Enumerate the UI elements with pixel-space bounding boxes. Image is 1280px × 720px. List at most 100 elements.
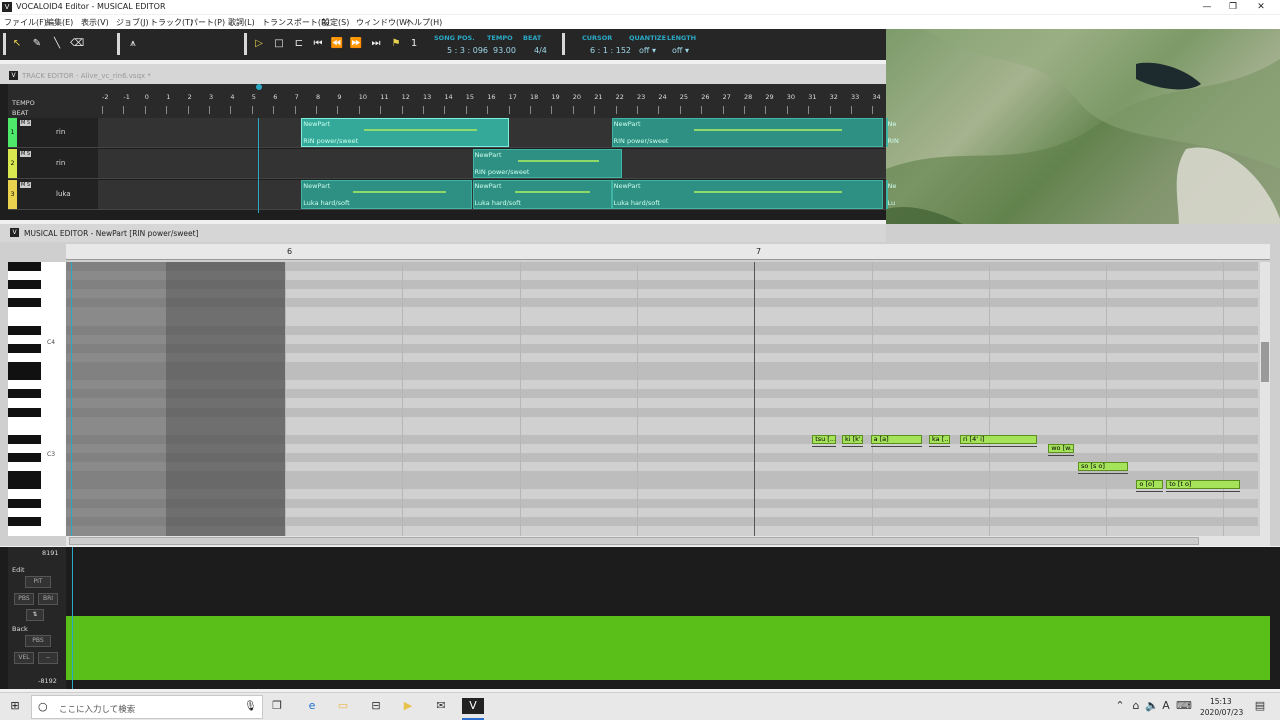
black-key[interactable] xyxy=(8,453,41,463)
black-key[interactable] xyxy=(8,298,41,308)
mute-solo-buttons[interactable]: M S xyxy=(20,182,32,188)
voice-part[interactable]: NewPart RIN power/sweet xyxy=(472,149,623,178)
black-key[interactable] xyxy=(8,389,41,399)
vocaloid-taskbar-icon[interactable]: V xyxy=(462,698,484,714)
vertical-scrollbar[interactable] xyxy=(1260,262,1270,536)
voice-part[interactable]: NewPart RIN power/sweet xyxy=(301,118,509,147)
metronome-icon[interactable]: ⚑ xyxy=(389,37,403,51)
black-key[interactable] xyxy=(8,280,41,290)
mail-icon[interactable]: ✉ xyxy=(433,698,449,714)
bri-button[interactable]: BRI xyxy=(38,593,58,605)
black-key[interactable] xyxy=(8,325,41,335)
note[interactable]: a [a] xyxy=(870,434,922,444)
note[interactable]: wo [w... xyxy=(1048,444,1075,453)
menu-lyrics[interactable]: 歌詞(L) xyxy=(228,17,255,28)
note[interactable]: o [o] xyxy=(1136,480,1163,490)
windows-start-icon[interactable]: ⊞ xyxy=(7,698,23,714)
notification-icon[interactable]: ▤ xyxy=(1252,698,1268,714)
mute-solo-buttons[interactable]: M S xyxy=(20,120,32,126)
voice-part[interactable]: NewPart Luka hard/soft xyxy=(301,180,473,209)
vel-button[interactable]: VEL xyxy=(14,652,34,664)
voice-part[interactable]: NewPart Luka hard/soft xyxy=(472,180,612,209)
pbs-button[interactable]: PBS xyxy=(14,593,34,605)
note[interactable]: to [t o] xyxy=(1166,480,1241,490)
beat-value[interactable]: 4/4 xyxy=(534,46,547,55)
black-key[interactable] xyxy=(8,262,41,271)
media-player-icon[interactable]: ▶ xyxy=(400,698,416,714)
menu-window[interactable]: ウィンドウ(W) xyxy=(356,17,410,28)
track-lane[interactable]: NewPart Luka hard/soft NewPart Luka hard/so… xyxy=(98,180,896,209)
pitch-bend-curve[interactable] xyxy=(66,616,1270,680)
horizontal-scroll-thumb[interactable] xyxy=(69,537,1199,545)
maximize-icon[interactable]: ❐ xyxy=(1226,1,1240,13)
arrow-tool-icon[interactable]: ↖ xyxy=(10,37,24,51)
fast-forward-icon[interactable]: ⏩ xyxy=(349,37,363,51)
quantize-select[interactable]: off ▾ xyxy=(639,46,656,55)
track-row[interactable]: 3M S luka NewPart Luka hard/soft NewPart Luka… xyxy=(8,180,896,210)
track-row[interactable]: 1M S rin NewPart RIN power/sweet NewPart RIN … xyxy=(8,118,899,148)
back-param-select[interactable]: PBS xyxy=(25,635,51,647)
note[interactable]: so [s o] xyxy=(1078,462,1129,472)
count-in-button[interactable]: 1 xyxy=(407,37,421,51)
piano-keyboard[interactable]: C4 C3 xyxy=(8,262,66,536)
dash-button[interactable]: -- xyxy=(38,652,58,664)
microphone-icon[interactable]: 🎙 xyxy=(244,701,257,712)
note[interactable]: tsu [... xyxy=(812,434,837,444)
black-key[interactable] xyxy=(8,343,41,353)
rewind-icon[interactable]: ⏪ xyxy=(330,37,344,51)
black-key[interactable] xyxy=(8,480,41,490)
menu-part[interactable]: パート(P) xyxy=(190,17,225,28)
close-icon[interactable]: ✕ xyxy=(1254,1,1268,13)
black-key[interactable] xyxy=(8,362,41,372)
voice-part[interactable]: NewPart Luka hard/soft xyxy=(611,180,884,209)
menu-settings[interactable]: 設定(S) xyxy=(322,17,349,28)
tempo-value[interactable]: 93.00 xyxy=(493,46,516,55)
voice-part[interactable]: Ne Lu xyxy=(885,180,896,209)
line-tool-icon[interactable]: ╲ xyxy=(50,37,64,51)
length-select[interactable]: off ▾ xyxy=(672,46,689,55)
eraser-tool-icon[interactable]: ⌫ xyxy=(70,37,84,51)
keyboard-icon[interactable]: ⌨ xyxy=(1176,698,1192,714)
pencil-tool-icon[interactable]: ✎ xyxy=(30,37,44,51)
menu-help[interactable]: ヘルプ(H) xyxy=(406,17,442,28)
track-lane[interactable]: NewPart RIN power/sweet NewPart RIN power/s… xyxy=(98,118,899,147)
track-row[interactable]: 2M S rin NewPart RIN power/sweet xyxy=(8,149,886,179)
musical-ruler[interactable]: 6 7 xyxy=(66,244,1270,260)
voice-part[interactable]: Ne RIN xyxy=(885,118,899,147)
store-icon[interactable]: ⊟ xyxy=(368,698,384,714)
black-key[interactable] xyxy=(8,471,41,481)
edge-browser-icon[interactable]: e xyxy=(304,698,320,714)
black-key[interactable] xyxy=(8,434,41,444)
forward-end-icon[interactable]: ⏭ xyxy=(369,37,383,51)
note[interactable]: ka [... xyxy=(929,434,951,444)
menu-track[interactable]: トラック(T) xyxy=(150,17,193,28)
vertical-scroll-thumb[interactable] xyxy=(1261,342,1269,382)
minimize-icon[interactable]: — xyxy=(1200,1,1214,13)
black-key[interactable] xyxy=(8,498,41,508)
stop-icon[interactable]: □ xyxy=(272,37,286,51)
tray-chevron-icon[interactable]: ⌃ xyxy=(1112,698,1128,714)
voice-part[interactable]: NewPart RIN power/sweet xyxy=(611,118,884,147)
track-ruler[interactable]: -2 -1 0 1 2 3 4 5 6 7 8 9 10 11 12 13 14 15 16 17 18 19 20 21 22… xyxy=(98,84,886,118)
swap-icon[interactable]: ⇅ xyxy=(26,609,44,621)
playhead-marker[interactable] xyxy=(256,84,262,90)
file-explorer-icon[interactable]: ▭ xyxy=(335,698,351,714)
taskbar-search[interactable]: ○ ここに入力して検索 🎙 xyxy=(31,695,263,719)
mute-solo-buttons[interactable]: M S xyxy=(20,151,32,157)
network-icon[interactable]: ⌂ xyxy=(1128,698,1144,714)
rewind-start-icon[interactable]: ⏮ xyxy=(311,37,325,51)
menu-transport[interactable]: トランスポート(R) xyxy=(262,17,330,28)
black-key[interactable] xyxy=(8,371,41,381)
black-key[interactable] xyxy=(8,516,41,526)
clock-time[interactable]: 15:13 xyxy=(1210,697,1232,706)
menu-edit[interactable]: 編集(E) xyxy=(46,17,73,28)
track-lane[interactable]: NewPart RIN power/sweet xyxy=(98,149,886,178)
ime-indicator[interactable]: A xyxy=(1158,698,1174,714)
note[interactable]: ki [k'... xyxy=(841,434,864,444)
menu-file[interactable]: ファイル(F) xyxy=(4,17,47,28)
grid-tool-icon[interactable]: ⩚ xyxy=(126,37,140,51)
menu-job[interactable]: ジョブ(J) xyxy=(116,17,149,28)
loop-icon[interactable]: ⊏ xyxy=(292,37,306,51)
black-key[interactable] xyxy=(8,407,41,417)
edit-param-select[interactable]: PIT xyxy=(25,576,51,588)
